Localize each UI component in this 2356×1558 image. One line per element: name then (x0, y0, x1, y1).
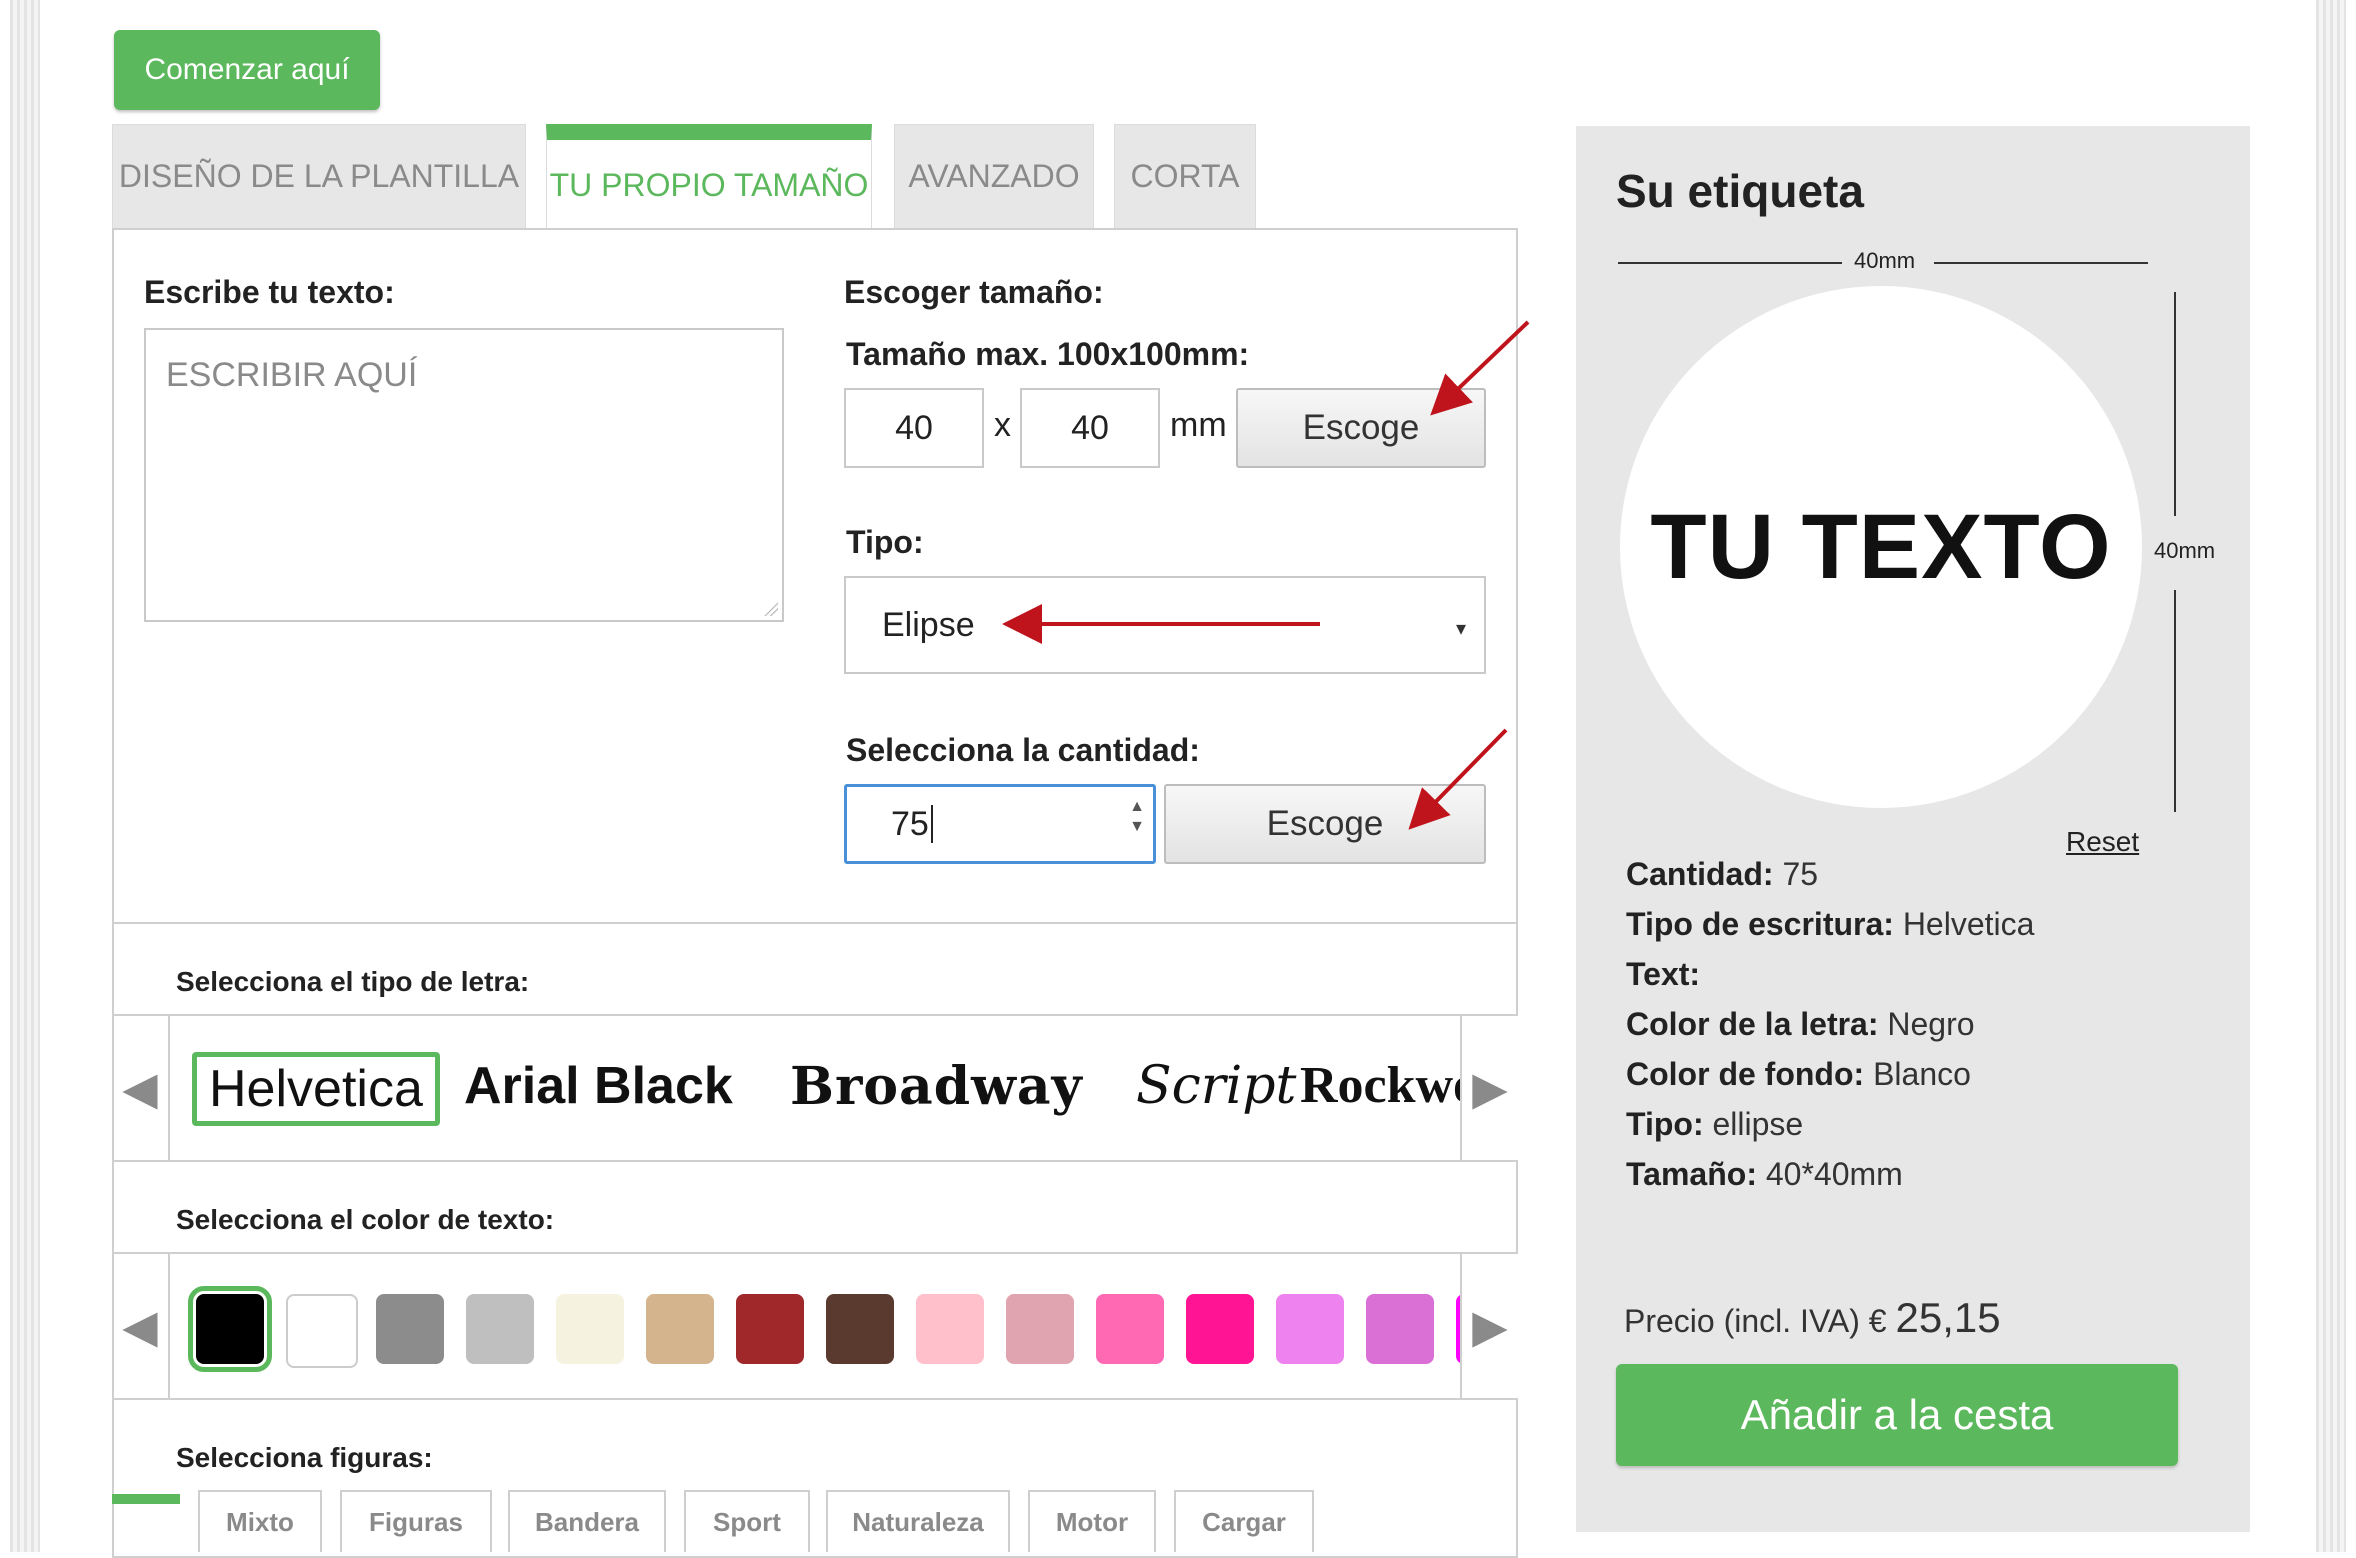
type-select-value: Elipse (882, 605, 975, 644)
resize-grip-icon[interactable] (764, 602, 778, 616)
start-here-button[interactable]: Comenzar aquí (114, 30, 380, 110)
tab-cut[interactable]: CORTA (1114, 124, 1256, 228)
color-swatch[interactable] (646, 1294, 714, 1364)
font-option-arial-black[interactable]: Arial Black (464, 1056, 733, 1116)
label-preview-circle: TU TEXTO (1620, 286, 2142, 808)
size-separator: x (994, 406, 1011, 444)
color-swatch[interactable] (736, 1294, 804, 1364)
quantity-value: 75 (891, 804, 929, 843)
figures-tab-motor[interactable]: Motor (1028, 1490, 1156, 1552)
figures-tab-sport[interactable]: Sport (684, 1490, 810, 1552)
font-carousel: ◀ Helvetica Arial Black Broadway Script … (112, 1014, 1518, 1162)
tab-template-design[interactable]: DISEÑO DE LA PLANTILLA (112, 124, 526, 228)
info-quantity: Cantidad: 75 (1626, 856, 1819, 892)
color-swatch[interactable] (826, 1294, 894, 1364)
color-swatch[interactable] (1096, 1294, 1164, 1364)
color-swatch[interactable] (916, 1294, 984, 1364)
section-divider (112, 922, 1518, 924)
color-label: Selecciona el color de texto: (176, 1204, 555, 1235)
price-label: Precio (incl. IVA) € (1624, 1303, 1896, 1339)
font-prev-arrow-icon[interactable]: ◀ (112, 1016, 170, 1160)
font-option-rockwell[interactable]: Rockwe (1300, 1056, 1476, 1115)
color-swatch[interactable] (376, 1294, 444, 1364)
size-label: Escoger tamaño: (844, 274, 1104, 310)
info-text: Text: (1626, 956, 1701, 992)
color-swatch[interactable] (1186, 1294, 1254, 1364)
height-dimension-line (2174, 292, 2176, 516)
size-max-label: Tamaño max. 100x100mm: (846, 336, 1250, 372)
color-swatch[interactable] (1366, 1294, 1434, 1364)
width-dimension-line (1618, 262, 1842, 264)
color-swatch[interactable] (1276, 1294, 1344, 1364)
figures-tab-naturaleza[interactable]: Naturaleza (826, 1490, 1010, 1552)
figures-tab-cargar[interactable]: Cargar (1174, 1490, 1314, 1552)
info-text-color: Color de la letra: Negro (1626, 1006, 1975, 1042)
text-label: Escribe tu texto: (144, 274, 395, 310)
type-select[interactable]: Elipse ▾ (844, 576, 1486, 674)
preview-sample-text: TU TEXTO (1650, 495, 2112, 598)
page-border-left (10, 0, 40, 1552)
width-dimension-label: 40mm (1854, 248, 1916, 273)
info-type: Tipo: ellipse (1626, 1106, 1804, 1142)
tab-own-size[interactable]: TU PROPIO TAMAÑO (546, 124, 872, 230)
preview-title: Su etiqueta (1616, 165, 1864, 217)
info-font: Tipo de escritura: Helvetica (1626, 906, 2035, 942)
font-label: Selecciona el tipo de letra: (176, 966, 530, 997)
spinner-arrows-icon[interactable]: ▲ ▼ (1129, 797, 1145, 837)
price-value: 25,15 (1895, 1294, 2001, 1341)
text-placeholder: ESCRIBIR AQUÍ (166, 356, 418, 394)
font-option-helvetica[interactable]: Helvetica (192, 1052, 440, 1126)
chevron-down-icon: ▾ (1455, 618, 1466, 640)
quantity-stepper[interactable]: 75 ▲ ▼ (844, 784, 1156, 864)
color-swatch[interactable] (1006, 1294, 1074, 1364)
tab-advanced[interactable]: AVANZADO (894, 124, 1094, 228)
figures-active-indicator (112, 1494, 180, 1504)
info-background-color: Color de fondo: Blanco (1626, 1056, 1971, 1092)
unit-label: mm (1170, 406, 1227, 444)
reset-link[interactable]: Reset (2066, 826, 2139, 858)
font-next-arrow-icon[interactable]: ▶ (1460, 1016, 1518, 1160)
color-swatch[interactable] (188, 1286, 272, 1372)
color-next-arrow-icon[interactable]: ▶ (1460, 1254, 1518, 1398)
height-dimension-label: 40mm (2154, 538, 2216, 563)
color-swatch[interactable] (466, 1294, 534, 1364)
choose-quantity-button[interactable]: Escoge (1164, 784, 1486, 864)
color-prev-arrow-icon[interactable]: ◀ (112, 1254, 170, 1398)
font-option-broadway[interactable]: Broadway (790, 1056, 1083, 1117)
quantity-label: Selecciona la cantidad: (846, 732, 1200, 768)
page-border-right (2316, 0, 2346, 1552)
width-input[interactable]: 40 (844, 388, 984, 468)
text-input[interactable]: ESCRIBIR AQUÍ (144, 328, 784, 622)
price: Precio (incl. IVA) € 25,15 (1624, 1294, 2001, 1342)
font-option-script[interactable]: Script (1136, 1056, 1296, 1116)
color-swatch[interactable] (286, 1294, 358, 1368)
text-cursor (930, 805, 933, 843)
color-carousel: ◀ ▶ (112, 1252, 1518, 1400)
info-size: Tamaño: 40*40mm (1626, 1156, 1903, 1192)
figures-tab-mixto[interactable]: Mixto (198, 1490, 322, 1552)
label-preview-panel: Su etiqueta 40mm 40mm TU TEXTO Reset Can… (1576, 126, 2250, 1532)
figures-tab-bandera[interactable]: Bandera (508, 1490, 666, 1552)
color-swatch[interactable] (556, 1294, 624, 1364)
width-dimension-line-right (1934, 262, 2148, 264)
add-to-cart-button[interactable]: Añadir a la cesta (1616, 1364, 2178, 1466)
choose-size-button[interactable]: Escoge (1236, 388, 1486, 468)
type-label: Tipo: (846, 524, 924, 560)
figures-label: Selecciona figuras: (176, 1442, 433, 1473)
height-input[interactable]: 40 (1020, 388, 1160, 468)
height-dimension-line-bottom (2174, 590, 2176, 812)
figures-tab-figuras[interactable]: Figuras (340, 1490, 492, 1552)
